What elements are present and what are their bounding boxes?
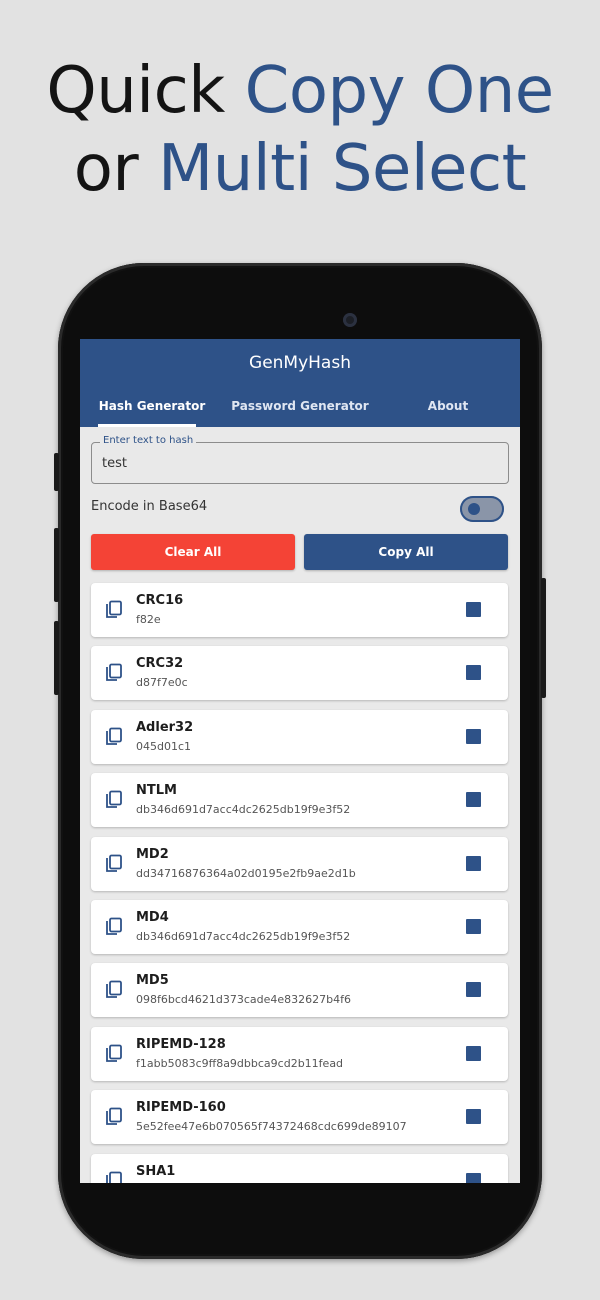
- app-screen: GenMyHash Hash Generator Password Genera…: [80, 339, 520, 1183]
- promo-headline: Quick Copy One or Multi Select: [0, 52, 600, 208]
- select-checkbox[interactable]: [466, 1109, 481, 1125]
- copy-icon[interactable]: [105, 1107, 123, 1127]
- active-tab-indicator: [98, 424, 196, 427]
- copy-icon[interactable]: [105, 600, 123, 620]
- front-camera: [343, 313, 357, 327]
- hash-card[interactable]: MD4 db346d691d7acc4dc2625db19f9e3f52: [91, 900, 508, 954]
- hash-card[interactable]: Adler32 045d01c1: [91, 709, 508, 764]
- select-checkbox[interactable]: [466, 728, 481, 744]
- clear-all-button[interactable]: Clear All: [91, 534, 295, 570]
- tab-hash-generator[interactable]: Hash Generator: [90, 399, 214, 413]
- hash-value: db346d691d7acc4dc2625db19f9e3f52: [136, 930, 351, 943]
- headline-or: or: [73, 132, 159, 206]
- hash-value: 098f6bcd4621d373cade4e832627b4f6: [136, 993, 351, 1007]
- hash-algorithm-name: RIPEMD-128: [136, 1036, 226, 1052]
- hash-value: f1abb5083c9ff8a9dbbca9cd2b11fead: [136, 1056, 344, 1070]
- text-to-hash-label: Enter text to hash: [100, 435, 197, 446]
- phone-frame: GenMyHash Hash Generator Password Genera…: [54, 263, 546, 1259]
- select-checkbox[interactable]: [466, 792, 481, 808]
- copy-icon[interactable]: [105, 1171, 123, 1183]
- copy-all-button[interactable]: Copy All: [304, 534, 508, 570]
- select-checkbox[interactable]: [466, 665, 481, 681]
- hash-algorithm-name: CRC32: [136, 656, 184, 672]
- select-checkbox[interactable]: [466, 919, 481, 934]
- copy-icon[interactable]: [105, 980, 123, 1000]
- select-checkbox[interactable]: [466, 855, 481, 871]
- copy-icon[interactable]: [105, 663, 123, 683]
- hash-algorithm-name: MD2: [136, 846, 169, 862]
- copy-icon[interactable]: [105, 727, 123, 747]
- headline-copy-one: Copy One: [244, 54, 555, 128]
- tab-password-generator[interactable]: Password Generator: [230, 399, 370, 413]
- hash-algorithm-name: NTLM: [136, 783, 177, 799]
- phone-power-button: [541, 578, 546, 698]
- copy-icon[interactable]: [105, 917, 123, 937]
- hash-value: d87f7e0c: [136, 676, 188, 690]
- phone-volume-down-button: [54, 621, 59, 695]
- hash-algorithm-name: RIPEMD-160: [136, 1100, 226, 1116]
- headline-multi-select: Multi Select: [158, 132, 527, 206]
- select-checkbox[interactable]: [466, 1045, 481, 1061]
- toggle-knob: [468, 503, 480, 515]
- hash-value: 5e52fee47e6b070565f74372468cdc699de89107: [136, 1120, 407, 1134]
- phone-volume-up-button: [54, 528, 59, 602]
- hash-algorithm-name: MD5: [136, 973, 169, 989]
- hash-card[interactable]: CRC32 d87f7e0c: [91, 646, 508, 701]
- app-bar: GenMyHash Hash Generator Password Genera…: [80, 339, 520, 427]
- hash-algorithm-name: MD4: [136, 910, 169, 925]
- app-title: GenMyHash: [249, 353, 351, 373]
- hash-algorithm-name: Adler32: [136, 719, 194, 735]
- hash-card[interactable]: RIPEMD-128 f1abb5083c9ff8a9dbbca9cd2b11fe…: [91, 1026, 508, 1081]
- hash-card[interactable]: MD5 098f6bcd4621d373cade4e832627b4f6: [91, 963, 508, 1018]
- headline-quick: Quick: [46, 54, 245, 128]
- hash-card[interactable]: SHA1: [91, 1153, 508, 1183]
- hash-value: dd34716876364a02d0195e2fb9ae2d1b: [136, 866, 356, 880]
- headline-line-2: or Multi Select: [0, 130, 600, 208]
- hash-value: db346d691d7acc4dc2625db19f9e3f52: [136, 803, 351, 817]
- encode-base64-label: Encode in Base64: [91, 499, 208, 514]
- hash-algorithm-name: SHA1: [136, 1163, 176, 1179]
- hash-algorithm-name: CRC16: [136, 593, 184, 608]
- text-to-hash-input[interactable]: [102, 454, 492, 472]
- hash-card[interactable]: MD2 dd34716876364a02d0195e2fb9ae2d1b: [91, 836, 508, 891]
- text-to-hash-field[interactable]: Enter text to hash: [91, 435, 509, 484]
- encode-base64-toggle[interactable]: [460, 496, 504, 522]
- select-checkbox[interactable]: [466, 602, 481, 617]
- hash-card[interactable]: NTLM db346d691d7acc4dc2625db19f9e3f52: [91, 773, 508, 828]
- copy-icon[interactable]: [105, 1044, 123, 1064]
- hash-value: 045d01c1: [136, 739, 192, 753]
- hash-value: f82e: [136, 613, 161, 626]
- phone-silent-switch: [54, 453, 59, 491]
- select-checkbox[interactable]: [466, 982, 481, 998]
- hash-card[interactable]: RIPEMD-160 5e52fee47e6b070565f74372468cdc…: [91, 1090, 508, 1145]
- tab-about[interactable]: About: [410, 399, 486, 413]
- copy-icon[interactable]: [105, 790, 123, 810]
- copy-icon[interactable]: [105, 854, 123, 874]
- hash-card[interactable]: CRC16 f82e: [91, 583, 508, 637]
- headline-line-1: Quick Copy One: [0, 52, 600, 130]
- select-checkbox[interactable]: [466, 1172, 481, 1183]
